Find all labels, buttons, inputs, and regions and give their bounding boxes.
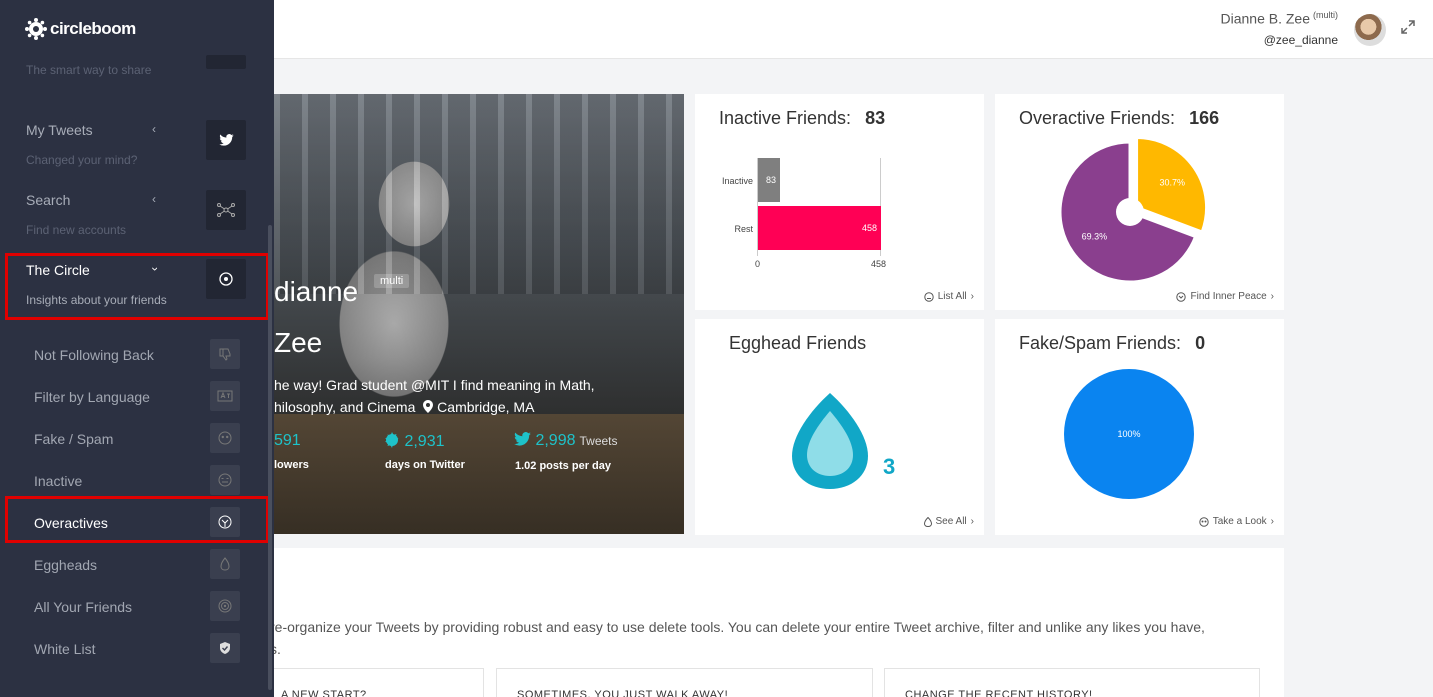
- pie-center-hole: [1116, 198, 1144, 226]
- mask-icon: [1199, 516, 1209, 527]
- language-icon[interactable]: [210, 381, 240, 411]
- delete-tools-panel: re-organize your Tweets by providing rob…: [270, 548, 1284, 697]
- user-handle[interactable]: @zee_dianne: [1264, 33, 1338, 47]
- twitter-icon: [514, 432, 531, 446]
- egghead-title: Egghead Friends: [729, 333, 867, 353]
- profile-name-first: dianne: [274, 276, 359, 307]
- bar-inactive[interactable]: 83: [758, 158, 780, 202]
- profile-name-last: Zee: [274, 327, 323, 358]
- chevron-right-icon: ›: [1270, 291, 1274, 302]
- badge-icon: [385, 432, 399, 448]
- sidebar-scrollbar[interactable]: [268, 225, 272, 690]
- bio-line-1: he way! Grad student @MIT I find meaning…: [274, 377, 595, 393]
- profile-location: Cambridge, MA: [437, 399, 535, 415]
- twitter-icon: [218, 134, 234, 146]
- sidebar-item-inactive[interactable]: Inactive: [34, 473, 82, 489]
- profile-card: dianne multi Zee he way! Grad student @M…: [274, 94, 684, 534]
- take-a-look-link[interactable]: Take a Look ›: [1199, 516, 1274, 527]
- cover-photo-ground: [274, 414, 684, 534]
- egghead-count: 3: [883, 454, 896, 479]
- search-button[interactable]: [206, 190, 246, 230]
- my-tweets-button[interactable]: [206, 120, 246, 160]
- sidebar-item-eggheads[interactable]: Eggheads: [34, 557, 97, 573]
- concentric-circles-icon[interactable]: [210, 591, 240, 621]
- list-all-link[interactable]: List All ›: [924, 291, 974, 302]
- sidebar-item-my-tweets[interactable]: My Tweets: [26, 122, 93, 138]
- chevron-right-icon: ›: [1270, 516, 1274, 527]
- overactive-pie-chart: 30.7% 69.3%: [1058, 135, 1209, 284]
- days-stat: 2,931: [384, 432, 445, 451]
- location-pin-icon: [423, 400, 434, 413]
- sleepy-face-icon[interactable]: [210, 465, 240, 495]
- egg-icon: [923, 516, 932, 527]
- bio-line-2: hilosophy, and Cinema Cambridge, MA: [274, 399, 535, 415]
- sidebar-item-filter-by-language[interactable]: Filter by Language: [34, 389, 150, 405]
- feature-card-recent-history[interactable]: CHANGE THE RECENT HISTORY!: [884, 668, 1260, 697]
- profile-bio: he way! Grad student @MIT I find meaning…: [274, 374, 674, 418]
- sidebar-item-all-your-friends[interactable]: All Your Friends: [34, 599, 132, 615]
- bar-axis-tick-label: 458: [871, 259, 887, 269]
- expand-icon[interactable]: [1400, 19, 1416, 35]
- pie-slice-label: 30.7%: [1159, 178, 1185, 188]
- egg-icon[interactable]: [210, 549, 240, 579]
- sidebar-item-not-following-back[interactable]: Not Following Back: [34, 347, 154, 363]
- bar-rest[interactable]: 458: [758, 206, 881, 250]
- pie-slice-label: 69.3%: [1082, 232, 1108, 242]
- find-inner-peace-link[interactable]: Find Inner Peace ›: [1176, 291, 1274, 302]
- sidebar-item-fake-spam[interactable]: Fake / Spam: [34, 431, 113, 447]
- search-subtitle: Find new accounts: [26, 223, 127, 237]
- avatar[interactable]: [1354, 14, 1386, 46]
- delete-tools-description: re-organize your Tweets by providing rob…: [270, 619, 1205, 657]
- multi-badge: multi: [374, 274, 410, 288]
- tweets-label: 1.02 posts per day: [515, 460, 611, 472]
- thumbs-down-icon[interactable]: [210, 339, 240, 369]
- chevron-right-icon: ›: [970, 291, 974, 302]
- logo[interactable]: circleboom: [25, 18, 136, 40]
- logo-text: circleboom: [50, 19, 136, 38]
- inactive-friends-widget: Inactive Friends: 83 Inactive 83 Rest 458 0 45…: [695, 94, 984, 310]
- overactive-icon: [1176, 291, 1187, 302]
- cover-photo-building: [274, 94, 684, 294]
- sidebar-item-search[interactable]: Search: [26, 192, 70, 208]
- circleboom-logo-icon: [25, 18, 47, 40]
- sidebar: circleboom The smart way to share My Twe…: [0, 0, 274, 697]
- fake-spam-widget: Fake/Spam Friends: 0 100% Take a Look ›: [995, 319, 1284, 535]
- fake-spam-pie-chart: 100%: [1064, 369, 1194, 499]
- sleepy-face-icon: [924, 291, 934, 302]
- tagline: The smart way to share: [26, 63, 152, 77]
- egg-illustration: [792, 393, 868, 489]
- inactive-title: Inactive Friends: 83: [719, 108, 886, 128]
- my-tweets-subtitle: Changed your mind?: [26, 153, 138, 167]
- chevron-left-icon[interactable]: ‹: [152, 122, 156, 136]
- tweets-stat: 2,998 Tweets: [514, 432, 618, 450]
- user-name[interactable]: Dianne B. Zee (multi): [1221, 10, 1339, 27]
- chevron-right-icon: ›: [970, 516, 974, 527]
- egghead-friends-widget: Egghead Friends 3 See All ›: [695, 319, 984, 535]
- mask-icon[interactable]: [210, 423, 240, 453]
- sidebar-icon-button-top[interactable]: [206, 55, 246, 69]
- days-label: days on Twitter: [385, 459, 465, 471]
- sidebar-item-white-list[interactable]: White List: [34, 641, 95, 657]
- see-all-link[interactable]: See All ›: [923, 516, 974, 527]
- highlight-overactives: [5, 496, 269, 543]
- network-icon: [217, 203, 235, 217]
- pie-slice-label: 100%: [1117, 429, 1140, 439]
- bar-category-label: Inactive: [721, 176, 753, 186]
- feature-card-new-start[interactable]: A NEW START?: [270, 668, 484, 697]
- followers-label: lowers: [274, 459, 309, 471]
- bar-category-label: Rest: [734, 224, 753, 234]
- feature-card-walk-away[interactable]: SOMETIMES, YOU JUST WALK AWAY!: [496, 668, 873, 697]
- user-tag: (multi): [1313, 10, 1338, 20]
- overactive-friends-widget: Overactive Friends: 166 30.7% 69.3% Find I…: [995, 94, 1284, 310]
- chevron-left-icon[interactable]: ‹: [152, 192, 156, 206]
- bar-axis-tick-label: 0: [755, 259, 761, 269]
- shield-check-icon[interactable]: [210, 633, 240, 663]
- followers-count: 591: [274, 432, 301, 449]
- highlight-the-circle: [5, 253, 269, 320]
